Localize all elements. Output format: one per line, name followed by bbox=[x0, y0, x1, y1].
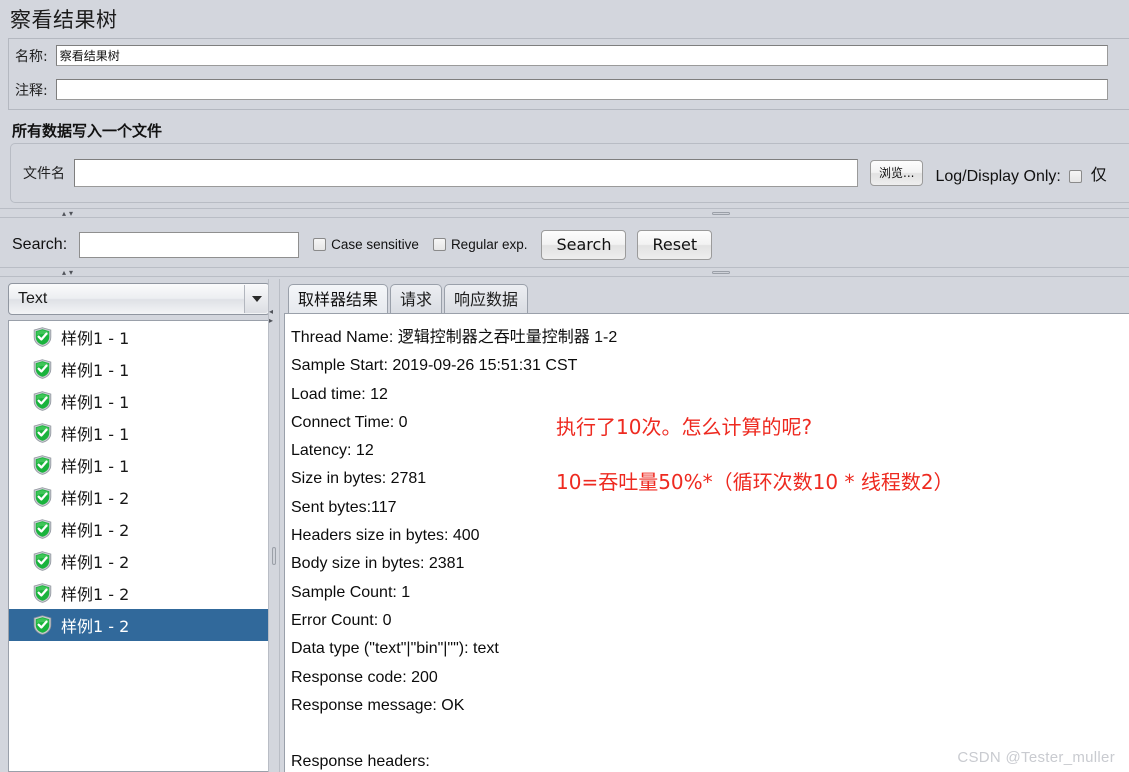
chevron-down-icon[interactable] bbox=[244, 285, 268, 313]
success-shield-icon bbox=[33, 519, 52, 539]
reset-button[interactable]: Reset bbox=[637, 229, 713, 260]
clipped-option-label: 仅 bbox=[1090, 166, 1107, 184]
renderer-dropdown[interactable]: Text bbox=[8, 283, 270, 315]
result-tab[interactable]: 请求 bbox=[390, 284, 443, 314]
search-label: Search: bbox=[12, 235, 68, 253]
result-tab[interactable]: 取样器结果 bbox=[288, 284, 389, 314]
case-sensitive-option[interactable]: Case sensitive bbox=[313, 237, 419, 252]
filename-row: 文件名 浏览... Log/Display Only: 仅 bbox=[23, 159, 1108, 187]
success-shield-icon bbox=[33, 487, 52, 507]
search-bar: Search: Case sensitive Regular exp. Sear… bbox=[0, 222, 1129, 267]
file-group: 文件名 浏览... Log/Display Only: 仅 bbox=[10, 143, 1129, 203]
comment-input[interactable] bbox=[55, 79, 1108, 100]
tree-item[interactable]: 样例1 - 1 bbox=[9, 385, 269, 417]
filename-input[interactable] bbox=[74, 159, 858, 187]
success-shield-icon bbox=[33, 327, 52, 347]
jmeter-view-results-tree: 察看结果树 名称: 注释: 所有数据写入一个文件 文件名 浏览... Log/D… bbox=[0, 0, 1129, 772]
result-tabs: 取样器结果 请求 响应数据 bbox=[288, 282, 530, 314]
case-sensitive-label: Case sensitive bbox=[331, 237, 419, 252]
tree-item[interactable]: 样例1 - 1 bbox=[9, 353, 269, 385]
content-area: Text 样例1 - 1 样例1 - 1 样例1 - 1 样例1 - 1 样例1… bbox=[0, 279, 1129, 772]
split-divider-top-arrows[interactable]: ▴▾ bbox=[62, 210, 76, 218]
comment-label: 注释: bbox=[15, 82, 48, 99]
success-shield-icon bbox=[33, 391, 52, 411]
success-shield-icon bbox=[33, 455, 52, 475]
tree-item[interactable]: 样例1 - 1 bbox=[9, 321, 269, 353]
tree-item-label: 样例1 - 1 bbox=[61, 425, 130, 444]
success-shield-icon bbox=[33, 615, 52, 635]
tree-item[interactable]: 样例1 - 2 bbox=[9, 609, 269, 641]
tree-item[interactable]: 样例1 - 1 bbox=[9, 417, 269, 449]
success-shield-icon bbox=[33, 583, 52, 603]
case-sensitive-checkbox[interactable] bbox=[313, 238, 327, 251]
success-shield-icon bbox=[33, 423, 52, 443]
tree-item-label: 样例1 - 2 bbox=[61, 521, 130, 540]
log-display-only-label: Log/Display Only: bbox=[935, 167, 1061, 185]
name-input[interactable] bbox=[55, 45, 1108, 66]
tree-item-label: 样例1 - 1 bbox=[61, 393, 130, 412]
sampler-result-text: Thread Name: 逻辑控制器之吞吐量控制器 1-2 Sample Sta… bbox=[291, 329, 618, 771]
vertical-split-arrows[interactable]: ◂ ▸ bbox=[269, 307, 273, 325]
regular-exp-label: Regular exp. bbox=[450, 237, 528, 252]
log-display-only-checkbox[interactable] bbox=[1069, 169, 1083, 183]
vertical-split-divider[interactable] bbox=[268, 279, 280, 772]
sampler-result-pane: Thread Name: 逻辑控制器之吞吐量控制器 1-2 Sample Sta… bbox=[284, 313, 1129, 772]
split-divider-bottom-arrows[interactable]: ▴▾ bbox=[62, 269, 76, 277]
tree-item[interactable]: 样例1 - 1 bbox=[9, 449, 269, 481]
tree-item[interactable]: 样例1 - 2 bbox=[9, 545, 269, 577]
page-title: 察看结果树 bbox=[10, 9, 118, 32]
renderer-selected-value: Text bbox=[18, 290, 48, 307]
name-label: 名称: bbox=[15, 48, 48, 65]
vertical-split-grip[interactable] bbox=[272, 547, 276, 565]
name-row: 名称: bbox=[15, 45, 1108, 66]
tree-item-label: 样例1 - 1 bbox=[61, 329, 130, 348]
split-divider-bottom-grip[interactable] bbox=[712, 271, 730, 274]
tree-item-label: 样例1 - 2 bbox=[61, 489, 130, 508]
comment-row: 注释: bbox=[15, 79, 1108, 100]
split-divider-bottom[interactable]: ▴▾ bbox=[0, 267, 1129, 277]
annotation-line-2: 10=吞吐量50%*（循环次数10 * 线程数2） bbox=[556, 470, 954, 494]
file-group-title: 所有数据写入一个文件 bbox=[12, 122, 163, 140]
result-tab[interactable]: 响应数据 bbox=[444, 284, 529, 314]
tree-item-label: 样例1 - 2 bbox=[61, 553, 130, 572]
log-display-only-group: Log/Display Only: 仅 bbox=[935, 161, 1107, 186]
tree-item-label: 样例1 - 2 bbox=[61, 617, 130, 636]
name-comment-group: 名称: 注释: bbox=[8, 38, 1129, 110]
filename-label: 文件名 bbox=[23, 166, 65, 182]
regular-exp-checkbox[interactable] bbox=[432, 238, 446, 251]
success-shield-icon bbox=[33, 359, 52, 379]
tree-item-label: 样例1 - 2 bbox=[61, 585, 130, 604]
result-detail-column: 取样器结果 请求 响应数据 Thread Name: 逻辑控制器之吞吐量控制器 1-… bbox=[282, 279, 1129, 772]
success-shield-icon bbox=[33, 551, 52, 571]
split-divider-top[interactable]: ▴▾ bbox=[0, 208, 1129, 218]
search-input[interactable] bbox=[79, 231, 300, 258]
tree-item[interactable]: 样例1 - 2 bbox=[9, 481, 269, 513]
tree-item[interactable]: 样例1 - 2 bbox=[9, 577, 269, 609]
results-tree[interactable]: 样例1 - 1 样例1 - 1 样例1 - 1 样例1 - 1 样例1 - 1 … bbox=[8, 320, 270, 772]
browse-button[interactable]: 浏览... bbox=[870, 160, 924, 186]
tree-item-label: 样例1 - 1 bbox=[61, 361, 130, 380]
tree-item[interactable]: 样例1 - 2 bbox=[9, 513, 269, 545]
search-button[interactable]: Search bbox=[541, 229, 627, 260]
regular-exp-option[interactable]: Regular exp. bbox=[432, 237, 528, 252]
split-divider-top-grip[interactable] bbox=[712, 212, 730, 215]
annotation-line-1: 执行了10次。怎么计算的呢? bbox=[556, 415, 813, 439]
watermark: CSDN @Tester_muller bbox=[957, 749, 1115, 766]
results-tree-column: Text 样例1 - 1 样例1 - 1 样例1 - 1 样例1 - 1 样例1… bbox=[8, 279, 270, 772]
tree-item-label: 样例1 - 1 bbox=[61, 457, 130, 476]
